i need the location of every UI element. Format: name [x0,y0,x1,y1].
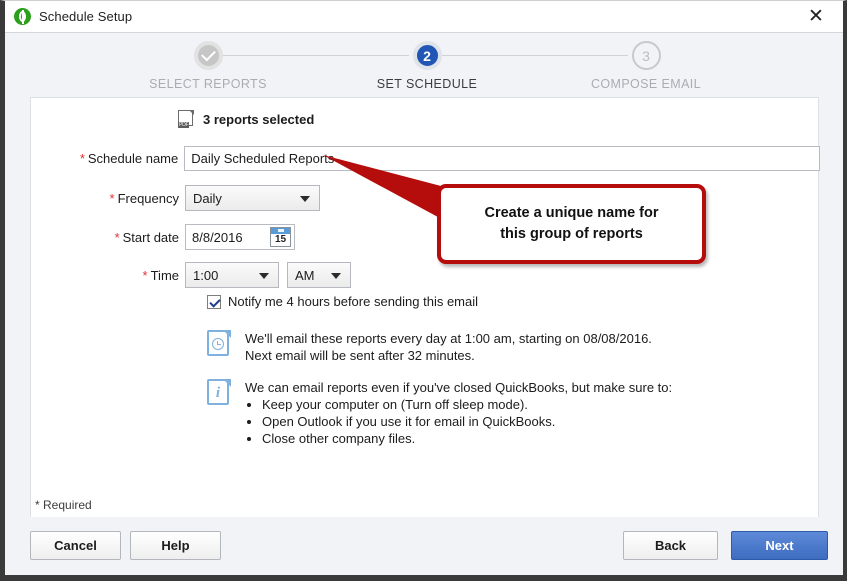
frequency-select[interactable]: Daily [185,185,320,211]
required-asterisk: * [142,267,148,283]
quickbooks-logo-icon [14,8,31,25]
frequency-value: Daily [193,190,222,206]
required-note: * Required [35,498,92,512]
time-meridiem-value: AM [295,267,315,283]
start-date-label: * Start date [114,229,179,245]
document-info-icon: i [207,379,231,406]
time-label: * Time [142,267,179,283]
start-date-field: 15 [185,224,295,250]
step-3-bubble: 3 [631,41,661,70]
schedule-info-line1: We'll email these reports every day at 1… [245,331,652,346]
step-1-label: SELECT REPORTS [149,77,267,91]
list-item: Close other company files. [262,430,672,447]
title-bar: Schedule Setup ✕ [5,1,843,33]
step-1-bubble [193,41,223,70]
pdf-icon: PDF [178,110,195,128]
notify-checkbox-row[interactable]: Notify me 4 hours before sending this em… [207,294,478,309]
wizard-stepper: SELECT REPORTS 2 SET SCHEDULE 3 COMPOSE … [5,33,843,96]
step-select-reports[interactable]: SELECT REPORTS [113,41,303,91]
requirements-info-block: i We can email reports even if you've cl… [207,379,797,447]
required-asterisk: * [109,190,115,206]
close-icon[interactable]: ✕ [795,1,837,31]
requirements-intro: We can email reports even if you've clos… [245,380,673,395]
document-clock-icon [207,330,231,357]
required-asterisk: * [114,229,120,245]
schedule-info-line2: Next email will be sent after 32 minutes… [245,348,475,363]
list-item: Keep your computer on (Turn off sleep mo… [262,396,672,413]
reports-selected-row: PDF 3 reports selected [178,110,314,128]
step-set-schedule[interactable]: 2 SET SCHEDULE [332,41,522,91]
window-title: Schedule Setup [39,9,133,24]
time-meridiem-select[interactable]: AM [287,262,351,288]
list-item: Open Outlook if you use it for email in … [262,413,672,430]
schedule-info-text: We'll email these reports every day at 1… [245,330,652,364]
callout-text: Create a unique name for this group of r… [484,203,658,245]
time-hour-select[interactable]: 1:00 [185,262,279,288]
step-2-label: SET SCHEDULE [376,77,478,91]
calendar-day-label: 15 [274,234,287,245]
footer-bar: Cancel Help Back Next [5,517,843,575]
cancel-button[interactable]: Cancel [30,531,121,560]
step-compose-email[interactable]: 3 COMPOSE EMAIL [551,41,741,91]
required-asterisk: * [79,151,85,166]
schedule-setup-window: Schedule Setup ✕ SELECT REPORTS 2 SET SC… [0,0,847,581]
notify-checkbox[interactable] [207,294,221,309]
callout-bubble: Create a unique name for this group of r… [437,184,706,264]
callout-line2: this group of reports [500,226,643,242]
notify-checkbox-label: Notify me 4 hours before sending this em… [228,294,479,309]
chevron-down-icon [259,273,269,279]
time-hour-value: 1:00 [193,267,219,283]
reports-selected-label: 3 reports selected [203,111,315,127]
time-row: * Time 1:00 AM [31,262,820,288]
stepper-connector-1 [223,55,409,56]
stepper-connector-2 [442,55,628,56]
calendar-icon[interactable]: 15 [270,227,291,247]
requirements-info-text: We can email reports even if you've clos… [245,379,672,447]
requirements-list: Keep your computer on (Turn off sleep mo… [245,396,672,447]
back-button[interactable]: Back [623,531,718,560]
schedule-info-block: We'll email these reports every day at 1… [207,330,777,364]
next-button[interactable]: Next [731,531,828,560]
chevron-down-icon [331,273,341,279]
frequency-label: * Frequency [109,190,179,206]
callout-line1: Create a unique name for [484,205,659,221]
step-2-bubble: 2 [412,41,442,70]
schedule-name-label: * Schedule name [79,151,179,166]
help-button[interactable]: Help [130,531,221,560]
step-3-label: COMPOSE EMAIL [590,77,702,91]
